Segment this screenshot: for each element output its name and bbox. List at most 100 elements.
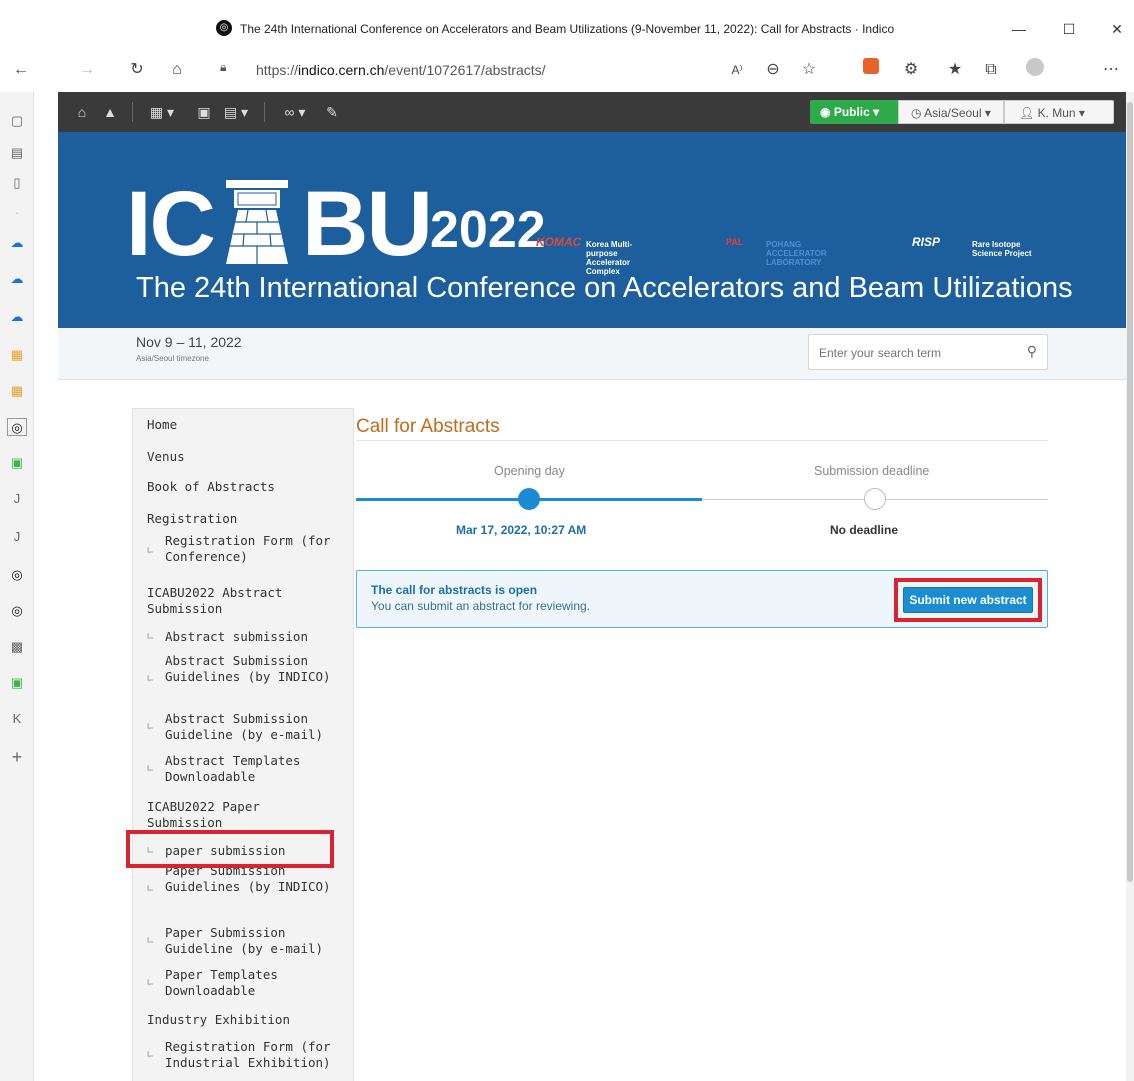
- page-title: Call for Abstracts: [356, 416, 500, 437]
- conference-title: The 24th International Conference on Acc…: [136, 272, 1073, 304]
- user-menu-button[interactable]: 👤︎ K. Mun ▾: [1004, 100, 1114, 124]
- partner-risp: RISP Rare Isotope Science Project: [912, 235, 1032, 258]
- window-titlebar: ◎ The 24th International Conference on A…: [0, 0, 1134, 60]
- address-bar[interactable]: 🔒︎ https://indico.cern.ch/event/1072617/…: [214, 57, 854, 83]
- deadline-date: No deadline: [830, 523, 899, 537]
- edit-pen-icon[interactable]: ✎: [322, 102, 342, 122]
- tree-branch-icon: ∟: [147, 720, 154, 733]
- office-icon[interactable]: ▦: [7, 382, 27, 400]
- office-icon[interactable]: ▦: [7, 346, 27, 364]
- timeline-opening-marker: [518, 488, 540, 510]
- tree-branch-icon: ∟: [147, 762, 154, 775]
- event-menu: Home Venus Book of Abstracts Registratio…: [132, 408, 354, 1081]
- search-input[interactable]: [819, 343, 1009, 363]
- partner-komac: KOMAC Korea Multi-purpose Accelerator Co…: [536, 235, 633, 276]
- indico-tab-icon[interactable]: ◎: [7, 418, 27, 436]
- title-divider: [356, 440, 1048, 441]
- submission-deadline-label: Submission deadline: [814, 464, 930, 478]
- date-bar: Nov 9 – 11, 2022 Asia/Seoul timezone ⚲: [58, 328, 1126, 380]
- menu-item-venus[interactable]: Venus: [147, 449, 185, 465]
- indico-toolbar: ⌂ ▲ ▦ ▾ ▣ ▤ ▾ ∞ ▾ ✎ ◉ Public ▾ ◷ Asia/Se…: [58, 92, 1126, 132]
- favorite-add-icon[interactable]: ☆: [796, 58, 822, 82]
- highlight-box: [126, 830, 334, 868]
- submit-new-abstract-button[interactable]: Submit new abstract: [903, 587, 1033, 613]
- profile-avatar-icon[interactable]: [1022, 58, 1048, 82]
- browser-sidebar: ▢ ▤ ▯ · ☁ ☁ ☁ ▦ ▦ ◎ ▣ J J ◎ ◎ ▩ ▣ K +: [0, 92, 34, 1081]
- tree-branch-icon: ∟: [147, 544, 154, 557]
- chevron-up-icon[interactable]: ▲: [100, 102, 120, 122]
- indico-favicon-icon: ◎: [216, 20, 232, 36]
- lock-icon: 🔒︎: [220, 60, 227, 74]
- cloud-icon[interactable]: ☁: [7, 308, 27, 326]
- timezone-note: Asia/Seoul timezone: [136, 354, 209, 363]
- search-icon[interactable]: ⚲: [1027, 343, 1037, 360]
- opening-date: Mar 17, 2022, 10:27 AM: [456, 523, 587, 537]
- back-icon[interactable]: ←: [8, 58, 34, 82]
- zoom-icon[interactable]: ⊖: [760, 58, 786, 82]
- menu-item-paper-submission[interactable]: ICABU2022 Paper Submission: [147, 799, 337, 831]
- conference-dates: Nov 9 – 11, 2022: [136, 334, 242, 350]
- extension-icon[interactable]: [858, 58, 884, 82]
- conference-banner: IC BU 2022 KOMAC Korea Multi-purpose Acc…: [58, 132, 1126, 328]
- minimize-icon[interactable]: —: [1004, 18, 1034, 40]
- extensions-puzzle-icon[interactable]: ⚙: [898, 58, 924, 82]
- menu-item-industry-exhibition[interactable]: Industry Exhibition: [147, 1012, 290, 1028]
- tree-branch-icon: ∟: [147, 1048, 154, 1061]
- public-button[interactable]: ◉ Public ▾: [810, 100, 898, 124]
- site-icon[interactable]: ▩: [7, 638, 27, 656]
- menu-item-abstract-submission[interactable]: ICABU2022 Abstract Submission: [147, 585, 337, 617]
- url-text: https://indico.cern.ch/event/1072617/abs…: [256, 62, 546, 78]
- read-aloud-icon[interactable]: A⁾: [724, 58, 750, 82]
- collections-icon[interactable]: ⧉: [978, 58, 1004, 82]
- logo-year: 2022: [430, 201, 546, 259]
- menu-item-book-of-abstracts[interactable]: Book of Abstracts: [147, 479, 275, 495]
- k-icon[interactable]: K: [7, 710, 27, 728]
- toolbar-separator: [264, 102, 265, 122]
- menu-item-registration[interactable]: Registration: [147, 511, 237, 527]
- archive-icon[interactable]: ▣: [194, 102, 214, 122]
- timezone-button[interactable]: ◷ Asia/Seoul ▾: [898, 100, 1004, 124]
- browser-navbar: ← → ↻ ⌂ 🔒︎ https://indico.cern.ch/event/…: [0, 52, 1134, 88]
- search-box: ⚲: [808, 334, 1048, 370]
- indico-tab-icon[interactable]: ◎: [7, 602, 27, 620]
- timeline-deadline-marker: [864, 488, 886, 510]
- tree-branch-icon: ∟: [147, 672, 154, 685]
- cloud-icon[interactable]: ☁: [7, 270, 27, 288]
- tab-icon[interactable]: ·: [7, 204, 27, 222]
- layout-dropdown-icon[interactable]: ▤ ▾: [218, 102, 254, 122]
- naver-icon[interactable]: ▣: [7, 454, 27, 472]
- maximize-icon[interactable]: ☐: [1054, 18, 1084, 40]
- link-dropdown-icon[interactable]: ∞ ▾: [278, 102, 312, 122]
- favorites-icon[interactable]: ★: [942, 58, 968, 82]
- page-icon[interactable]: ▯: [7, 174, 27, 192]
- cloud-icon[interactable]: ☁: [7, 234, 27, 252]
- refresh-icon[interactable]: ↻: [124, 58, 150, 82]
- forward-icon[interactable]: →: [74, 58, 100, 82]
- toolbar-separator: [132, 102, 133, 122]
- tree-branch-icon: ∟: [147, 976, 154, 989]
- window-title: The 24th International Conference on Acc…: [240, 22, 895, 36]
- call-status-text: You can submit an abstract for reviewing…: [371, 599, 591, 613]
- close-icon[interactable]: ✕: [1102, 18, 1132, 40]
- j-icon[interactable]: J: [7, 490, 27, 508]
- add-tab-icon[interactable]: +: [7, 748, 27, 766]
- tab-icon[interactable]: ▤: [7, 144, 27, 162]
- tree-branch-icon: ∟: [147, 934, 154, 947]
- menu-item-home[interactable]: Home: [147, 417, 177, 433]
- logo-text: BU: [302, 173, 433, 275]
- tree-branch-icon: ∟: [147, 882, 154, 895]
- tab-actions-icon[interactable]: ▢: [7, 112, 27, 130]
- partner-pal: PAL POHANG ACCELERATOR LABORATORY: [726, 237, 827, 268]
- indico-tab-icon[interactable]: ◎: [7, 566, 27, 584]
- calendar-dropdown-icon[interactable]: ▦ ▾: [144, 102, 180, 122]
- call-status-title: The call for abstracts is open: [371, 583, 538, 597]
- tower-logo-icon: [226, 180, 288, 264]
- home-icon[interactable]: ⌂: [72, 102, 92, 122]
- page-scrollbar[interactable]: [1126, 92, 1134, 1081]
- naver-icon[interactable]: ▣: [7, 674, 27, 692]
- scrollbar-thumb[interactable]: [1127, 102, 1133, 882]
- j-icon[interactable]: J: [7, 528, 27, 546]
- logo-text: IC: [126, 173, 216, 275]
- more-menu-icon[interactable]: ⋯: [1098, 58, 1124, 82]
- home-icon[interactable]: ⌂: [164, 58, 190, 82]
